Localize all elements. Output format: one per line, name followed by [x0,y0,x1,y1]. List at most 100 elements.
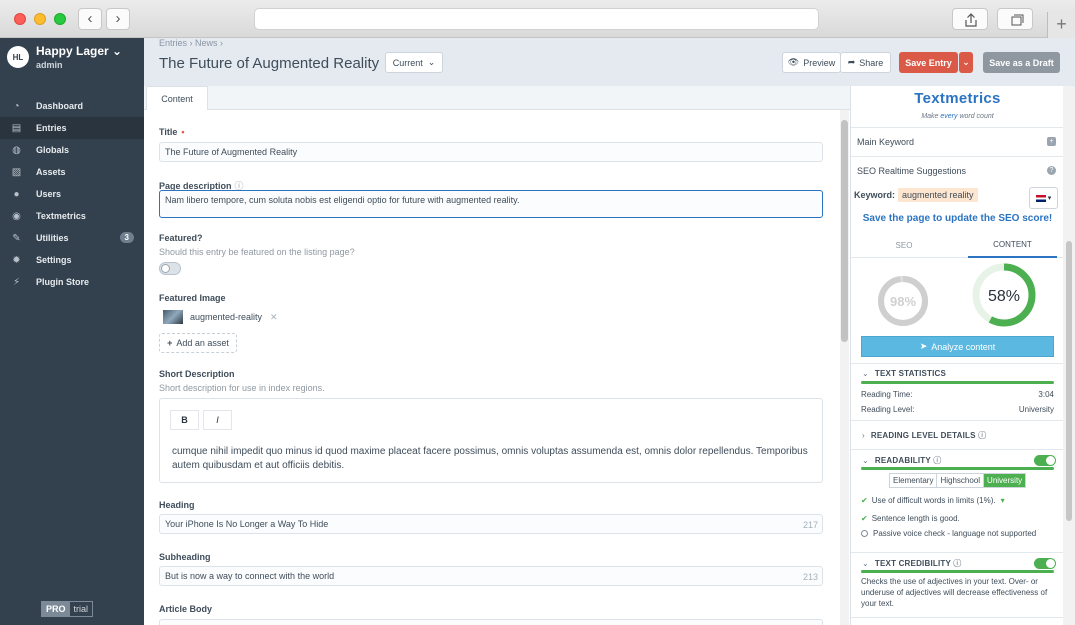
panel-scrollbar[interactable] [1063,86,1075,625]
bold-button[interactable]: B [170,410,199,430]
dashboard-icon: ◔ [13,100,20,112]
help-icon[interactable]: ⓘ [933,456,941,465]
tab-content[interactable]: Content [146,86,208,111]
minimize-window-button[interactable] [34,13,46,25]
textmetrics-logo: Textmetrics [914,90,1001,107]
subheading-input[interactable]: But is now a way to connect with the wor… [159,566,823,586]
sidebar-item-assets[interactable]: ▨ Assets [0,161,144,183]
asset-thumbnail [163,310,183,324]
content-score: 58% [988,288,1020,305]
keyword-chip[interactable]: augmented reality [898,188,978,202]
sidebar-item-label: Plugin Store [36,277,90,287]
share-button[interactable]: ➦ Share [840,52,891,73]
chevron-down-icon: ⌄ [962,57,970,67]
content-tabs: Content [144,86,850,111]
sidebar-item-utilities[interactable]: ✎ Utilities 3 [0,227,144,249]
reading-time-row: Reading Time: 3:04 [861,390,1054,399]
plus-icon[interactable]: + [1047,137,1056,146]
address-bar[interactable] [254,8,819,30]
remove-asset-icon[interactable]: ✕ [270,312,278,323]
edition-badge[interactable]: PRO trial [41,601,94,617]
featured-toggle[interactable] [159,262,181,275]
form-scrollbar[interactable] [840,110,849,625]
subheading-value: But is now a way to connect with the wor… [165,571,335,581]
sidebar-item-entries[interactable]: ▤ Entries [0,117,144,139]
user-name: admin [36,60,63,70]
main-keyword-row[interactable]: Main Keyword + [851,127,1064,156]
level-highschool[interactable]: Highschool [937,474,985,487]
next-section [851,617,1064,625]
credibility-bar [861,570,1054,573]
sidebar-item-globals[interactable]: ◍ Globals [0,139,144,161]
check-text: Sentence length is good. [871,514,960,523]
save-draft-button[interactable]: Save as a Draft [983,52,1060,73]
site-switcher[interactable]: HL Happy Lager ⌄ admin [7,44,122,70]
language-select[interactable]: ▾ [1029,187,1058,209]
sidebar-item-settings[interactable]: ✹ Settings [0,249,144,271]
chevron-down-icon: ⌄ [112,44,123,58]
panel-scroll-thumb[interactable] [1066,241,1072,521]
reading-level-selector: Elementary Highschool University [889,473,1027,488]
sidebar-item-textmetrics[interactable]: ◉ Textmetrics [0,205,144,227]
readability-toggle[interactable] [1034,455,1056,466]
help-icon[interactable]: ? [1047,166,1056,175]
entry-form: Title • The Future of Augmented Reality P… [144,110,840,625]
new-tab-button[interactable]: + [1047,12,1075,38]
reading-time-label: Reading Time: [861,390,913,399]
users-icon: ● [13,188,20,200]
short-description-help: Short description for use in index regio… [159,383,325,393]
description-input[interactable]: Nam libero tempore, cum soluta nobis est… [159,190,823,218]
site-logo: HL [7,46,29,68]
add-asset-button[interactable]: + Add an asset [159,333,237,353]
share-browser-button[interactable] [952,8,988,30]
seo-realtime-row[interactable]: SEO Realtime Suggestions ? [851,156,1064,185]
preview-button[interactable]: 👁 Preview [782,52,841,73]
readability-section: ⌄ READABILITY ⓘ Elementary Highschool Uni… [851,449,1064,552]
back-button[interactable]: ‹ [78,8,102,30]
text-credibility-title: TEXT CREDIBILITY [874,559,951,568]
level-university[interactable]: University [984,474,1026,487]
italic-button[interactable]: I [203,410,232,430]
text-statistics-header[interactable]: ⌄ TEXT STATISTICS [862,369,946,378]
heading-label: Heading [159,500,195,510]
sidebar: HL Happy Lager ⌄ admin ◔ Dashboard ▤ Entri… [0,38,144,625]
sidebar-item-users[interactable]: ● Users [0,183,144,205]
help-icon[interactable]: ⓘ [978,431,986,440]
reading-level-details-section[interactable]: › READING LEVEL DETAILS ⓘ [851,420,1064,449]
zoom-window-button[interactable] [54,13,66,25]
heading-input[interactable]: Your iPhone Is No Longer a Way To Hide 2… [159,514,823,534]
wrench-icon: ✎ [12,232,21,244]
level-elementary[interactable]: Elementary [890,474,938,487]
sidebar-item-plugin-store[interactable]: ⚡ Plugin Store [0,271,144,293]
help-icon[interactable]: ⓘ [953,559,961,568]
featured-image-asset[interactable]: augmented-reality ✕ [163,310,278,324]
scroll-thumb[interactable] [841,120,848,342]
tagline-emphasis: every [940,113,958,120]
tab-content-score[interactable]: CONTENT [968,233,1057,258]
keyword-display: Keyword: augmented reality [854,188,978,202]
revision-select[interactable]: Current ⌄ [385,52,443,73]
save-options-button[interactable]: ⌄ [959,52,973,73]
tab-seo[interactable]: SEO [851,233,957,258]
image-label: Featured Image [159,293,226,303]
credibility-toggle[interactable] [1034,558,1056,569]
short-description-editor[interactable]: B I cumque nihil impedit quo minus id qu… [159,398,823,483]
readability-title: READABILITY [874,456,931,465]
close-window-button[interactable] [14,13,26,25]
site-name: Happy Lager [36,44,109,58]
breadcrumb[interactable]: Entries › News › [159,38,223,48]
article-body-field[interactable] [159,619,823,625]
sidebar-item-dashboard[interactable]: ◔ Dashboard [0,95,144,117]
subheading-char-counter: 213 [802,572,818,582]
title-input[interactable]: The Future of Augmented Reality [159,142,823,162]
tagline-part: word count [957,113,994,120]
caret-down-icon[interactable]: ▾ [1001,496,1005,505]
tabs-overview-button[interactable] [997,8,1033,30]
save-entry-button[interactable]: Save Entry [899,52,958,73]
tagline-part: Make [921,113,941,120]
textmetrics-icon: ◉ [12,210,21,222]
short-description-text[interactable]: cumque nihil impedit quo minus id quod m… [172,445,812,473]
forward-button[interactable]: › [106,8,130,30]
readability-bar [861,467,1054,470]
analyze-content-button[interactable]: ➤ Analyze content [861,336,1054,357]
